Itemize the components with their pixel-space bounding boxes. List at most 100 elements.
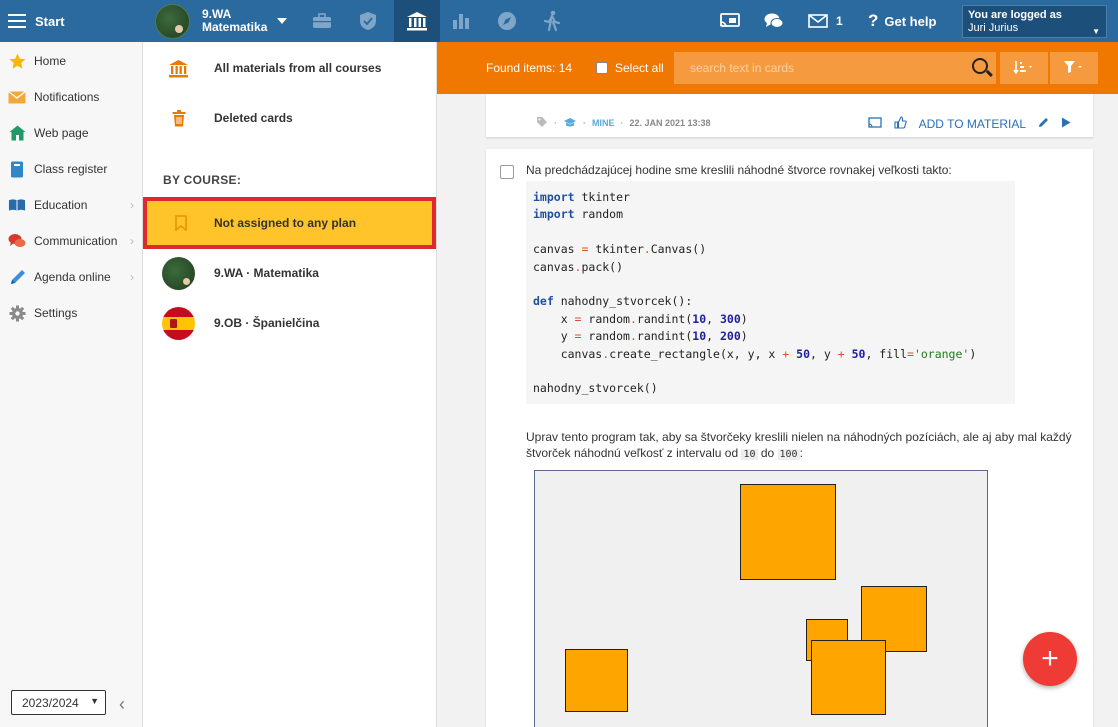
material-card: · · MINE · 22. JAN 2021 13:38 ADD TO MAT… <box>486 94 1093 137</box>
code-line: x = random.randint(10, 300) <box>533 311 748 326</box>
book-icon <box>8 196 26 214</box>
course-subject: Matematika <box>202 20 268 34</box>
orange-square <box>565 649 628 712</box>
user-menu[interactable]: You are logged as Juri Jurius ▼ <box>962 5 1107 38</box>
add-card-button[interactable]: + <box>1023 632 1077 686</box>
output-canvas-image <box>534 470 988 727</box>
bank-icon[interactable] <box>394 0 440 42</box>
graduation-cap-icon <box>563 117 577 130</box>
search-icon[interactable] <box>972 58 988 74</box>
chat-icon[interactable] <box>764 0 784 42</box>
get-help-button[interactable]: ? Get help <box>868 0 936 42</box>
code-line: nahodny_stvorcek() <box>533 381 658 396</box>
code-line: canvas = tkinter.Canvas() <box>533 242 707 257</box>
start-menu-button[interactable]: Start <box>0 0 143 42</box>
all-materials-item[interactable]: All materials from all courses <box>143 43 437 93</box>
inline-code: 10 <box>741 449 758 460</box>
materials-panel: All materials from all courses Deleted c… <box>143 42 437 727</box>
house-icon <box>8 124 26 142</box>
course-avatar <box>162 256 195 290</box>
search-input[interactable]: search text in cards <box>674 52 996 84</box>
nav-class-register[interactable]: Class register <box>0 151 142 187</box>
get-help-label: Get help <box>884 13 937 29</box>
card-intro-text: Na predchádzajúcej hodine sme kreslili n… <box>526 163 952 177</box>
nav-agenda-online[interactable]: Agenda online › <box>0 259 142 295</box>
nav-settings[interactable]: Settings <box>0 295 142 331</box>
deleted-cards-item[interactable]: Deleted cards <box>143 93 437 143</box>
bar-chart-icon[interactable] <box>438 0 484 42</box>
material-card: Na predchádzajúcej hodine sme kreslili n… <box>486 149 1093 727</box>
code-line: canvas.create_rectangle(x, y, x + 50, y … <box>533 346 977 361</box>
phone-book-icon <box>8 160 26 178</box>
code-line: canvas.pack() <box>533 259 624 274</box>
tag-icon <box>536 116 548 130</box>
nav-settings-label: Settings <box>34 306 78 320</box>
course-avatar <box>155 3 190 39</box>
course-switcher[interactable]: 9.WA Matematika <box>155 3 288 39</box>
owner-badge: MINE <box>592 118 615 128</box>
briefcase-icon[interactable] <box>299 0 345 42</box>
course-label: 9.OB · Španielčina <box>214 316 320 330</box>
nav-agenda-online-label: Agenda online <box>34 270 111 284</box>
card-select-checkbox[interactable] <box>500 165 514 179</box>
walking-icon[interactable] <box>529 0 575 42</box>
play-icon[interactable] <box>1061 117 1071 131</box>
envelope-icon <box>8 88 26 106</box>
trash-icon <box>143 109 214 127</box>
select-all-label: Select all <box>615 61 664 75</box>
messages-count: 1 <box>836 14 843 28</box>
filter-bar: Found items: 14 Select all search text i… <box>437 42 1118 94</box>
messages-button[interactable]: 1 <box>808 0 843 42</box>
logged-as-label: You are logged as <box>968 9 1062 21</box>
speech-icon <box>8 232 26 250</box>
left-navigation: Home Notifications Web page Class regist… <box>0 42 143 727</box>
nav-communication-label: Communication <box>34 234 118 248</box>
nav-home[interactable]: Home <box>0 43 142 79</box>
bookmark-icon <box>147 215 214 231</box>
course-label: 9.WA · Matematika <box>214 266 319 280</box>
code-line: import tkinter <box>533 190 630 204</box>
nav-notifications[interactable]: Notifications <box>0 79 142 115</box>
hamburger-icon <box>8 14 26 28</box>
star-icon <box>8 52 26 70</box>
nav-home-label: Home <box>34 54 67 68</box>
add-to-material-button[interactable]: ADD TO MATERIAL <box>919 117 1026 131</box>
caret-down-icon <box>277 18 288 24</box>
gear-icon <box>8 304 26 322</box>
compass-icon[interactable] <box>484 0 530 42</box>
course-item[interactable]: 9.WA · Matematika <box>143 248 437 298</box>
start-label: Start <box>35 13 65 29</box>
cast-icon[interactable] <box>867 116 882 132</box>
course-item[interactable]: 9.OB · Španielčina <box>143 298 437 348</box>
code-block: import tkinter import random canvas = tk… <box>526 181 1015 404</box>
not-assigned-item[interactable]: Not assigned to any plan <box>143 197 436 249</box>
task-text: Uprav tento program tak, aby sa štvorček… <box>526 429 1081 463</box>
sort-icon <box>1013 60 1035 77</box>
orange-square <box>740 484 836 580</box>
code-line: import random <box>533 207 624 222</box>
school-year-select[interactable]: 2023/2024 ▼ <box>11 690 106 715</box>
shield-icon[interactable] <box>345 0 391 42</box>
orange-square <box>811 640 886 715</box>
nav-communication[interactable]: Communication › <box>0 223 142 259</box>
nav-class-register-label: Class register <box>34 162 108 176</box>
thumbs-up-icon[interactable] <box>894 116 907 132</box>
sort-button[interactable] <box>1000 52 1048 84</box>
dropdown-icon: ▼ <box>1092 27 1100 36</box>
chevron-right-icon: › <box>130 270 134 284</box>
nav-web-page[interactable]: Web page <box>0 115 142 151</box>
card-actions: ADD TO MATERIAL <box>867 116 1071 132</box>
collapse-sidebar-icon[interactable]: ‹ <box>119 694 125 715</box>
cast-icon[interactable] <box>720 0 740 42</box>
mail-icon <box>808 14 828 28</box>
select-all-checkbox[interactable]: Select all <box>596 61 664 75</box>
nav-education[interactable]: Education › <box>0 187 142 223</box>
found-items-count: Found items: 14 <box>486 61 573 75</box>
nav-web-page-label: Web page <box>34 126 89 140</box>
filter-button[interactable] <box>1050 52 1098 84</box>
code-line: y = random.randint(10, 200) <box>533 329 748 344</box>
code-line: def nahodny_stvorcek(): <box>533 294 693 309</box>
task-text-and: do <box>757 446 778 460</box>
edit-pencil-icon[interactable] <box>1038 117 1049 131</box>
user-name: Juri Jurius <box>968 22 1019 34</box>
